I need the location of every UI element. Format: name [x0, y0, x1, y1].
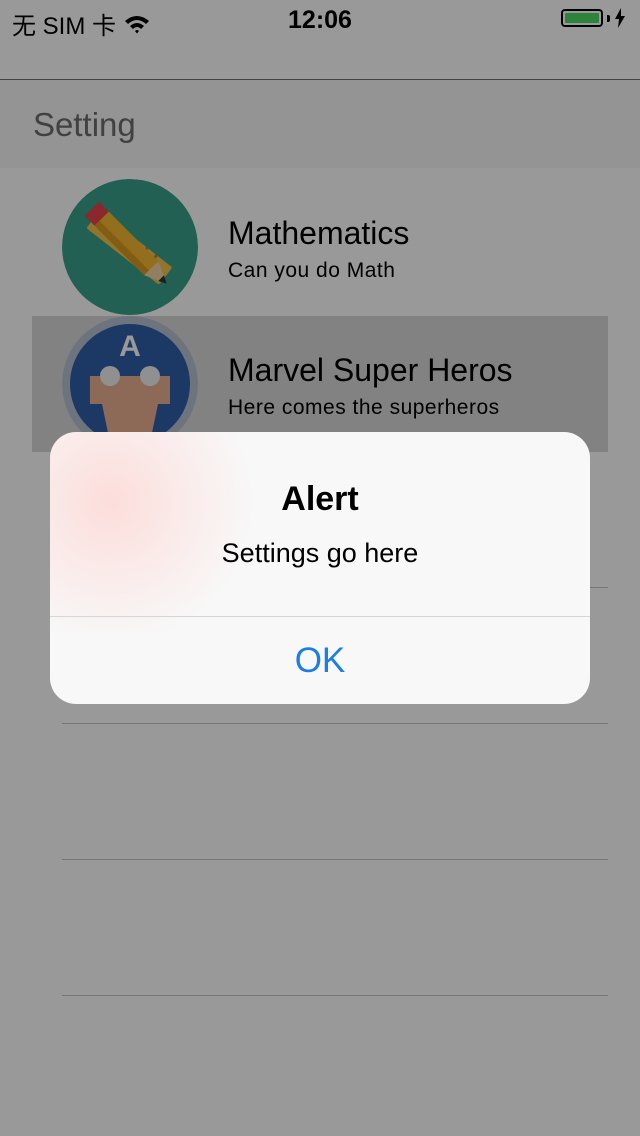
- alert-title: Alert: [281, 480, 359, 518]
- alert-background-glow: [50, 432, 270, 632]
- ok-button[interactable]: OK: [50, 617, 590, 704]
- app-screen: 无 SIM 卡 12:06 Setting Mathematics Can yo…: [0, 0, 640, 1136]
- alert-message: Settings go here: [221, 538, 419, 568]
- alert-dialog: Alert Settings go here OK: [50, 432, 590, 704]
